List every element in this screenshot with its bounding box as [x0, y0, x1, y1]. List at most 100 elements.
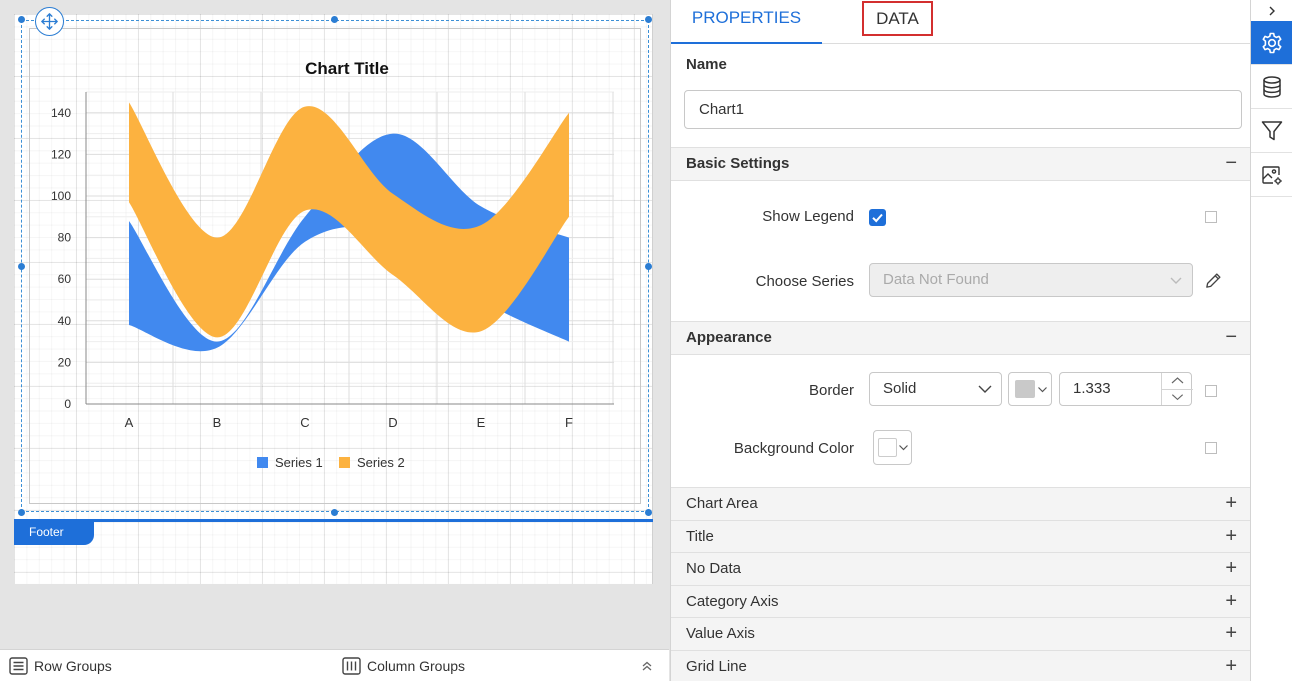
image-settings-icon: [1262, 165, 1282, 185]
section-chart-area[interactable]: Chart Area +: [671, 487, 1251, 521]
expand-icon[interactable]: +: [1225, 651, 1237, 681]
section-basic-settings-title: Basic Settings: [686, 155, 790, 172]
design-area: Chart Title 0 20 40 60 80 100 120 140 A B C D E F Ser…: [0, 0, 669, 649]
section-category-axis-title: Category Axis: [686, 593, 779, 610]
name-input[interactable]: Chart1: [684, 90, 1242, 129]
choose-series-placeholder: Data Not Found: [883, 271, 989, 288]
image-settings-rail-button[interactable]: [1251, 153, 1292, 197]
collapse-icon[interactable]: −: [1225, 148, 1237, 179]
grouping-bar: Row Groups Column Groups: [0, 649, 669, 681]
edit-pencil-icon[interactable]: [1204, 271, 1223, 290]
border-label: Border: [808, 382, 854, 399]
filter-icon: [1261, 120, 1283, 140]
tab-data[interactable]: DATA: [862, 1, 933, 36]
chart-x-tick-label: E: [477, 415, 486, 430]
section-title[interactable]: Title +: [671, 520, 1251, 554]
legend-swatch-1: [257, 457, 268, 468]
section-appearance[interactable]: Appearance −: [671, 321, 1251, 355]
tab-properties[interactable]: PROPERTIES: [671, 0, 822, 44]
chart-y-tick-label: 100: [51, 189, 71, 203]
section-title-title: Title: [686, 528, 714, 545]
expand-groups-button[interactable]: [640, 650, 654, 681]
chart-y-tick-label: 20: [58, 355, 72, 369]
name-label: Name: [686, 56, 727, 73]
chevron-right-icon: [1269, 6, 1275, 16]
filter-rail-button[interactable]: [1251, 109, 1292, 153]
border-width-spinner: [1161, 373, 1193, 405]
collapse-panel-button[interactable]: [1251, 0, 1292, 22]
show-legend-expression-checkbox[interactable]: [1205, 211, 1217, 223]
section-value-axis[interactable]: Value Axis +: [671, 617, 1251, 651]
properties-rail-button[interactable]: [1251, 21, 1292, 65]
section-category-axis[interactable]: Category Axis +: [671, 585, 1251, 619]
section-value-axis-title: Value Axis: [686, 625, 755, 642]
expand-icon[interactable]: +: [1225, 488, 1237, 519]
border-color-swatch: [1015, 380, 1035, 398]
show-legend-checkbox[interactable]: [869, 209, 886, 226]
column-groups-label: Column Groups: [367, 657, 466, 674]
spin-down-icon[interactable]: [1162, 389, 1193, 405]
chevron-down-icon: [1170, 277, 1182, 284]
background-color-swatch: [878, 438, 897, 457]
choose-series-label: Choose Series: [755, 273, 854, 290]
chart-x-tick-label: B: [213, 415, 222, 430]
chart-y-tick-label: 80: [58, 231, 72, 245]
columns-icon: [342, 656, 361, 675]
properties-panel: PROPERTIES DATA Name Chart1 Basic Settin…: [670, 0, 1251, 681]
border-style-value: Solid: [883, 380, 917, 397]
footer-band[interactable]: [14, 519, 653, 522]
chevron-down-icon: [899, 445, 908, 451]
spin-up-icon[interactable]: [1162, 373, 1193, 389]
section-appearance-title: Appearance: [686, 329, 772, 346]
legend-label-1: Series 1: [275, 455, 323, 470]
section-grid-line-title: Grid Line: [686, 658, 747, 675]
background-color-label: Background Color: [733, 440, 854, 457]
collapse-icon[interactable]: −: [1225, 322, 1237, 353]
chart-title: Chart Title: [305, 59, 389, 78]
row-groups-button[interactable]: Row Groups: [9, 650, 112, 681]
legend-label-2: Series 2: [357, 455, 405, 470]
choose-series-select[interactable]: Data Not Found: [869, 263, 1193, 297]
show-legend-label: Show Legend: [762, 208, 854, 225]
section-chart-area-title: Chart Area: [686, 495, 758, 512]
section-no-data-title: No Data: [686, 560, 742, 577]
database-icon: [1263, 75, 1281, 98]
chart-y-tick-label: 0: [64, 397, 71, 411]
legend-swatch-2: [339, 457, 350, 468]
chart-svg: Chart Title 0 20 40 60 80 100 120 140 A B C D E F Ser…: [51, 59, 614, 470]
expand-icon[interactable]: +: [1225, 618, 1237, 649]
chart-x-tick-label: C: [300, 415, 309, 430]
row-groups-label: Row Groups: [34, 657, 112, 674]
background-color-picker[interactable]: [873, 430, 912, 465]
expand-icon[interactable]: +: [1225, 553, 1237, 584]
chart-y-tick-label: 120: [51, 147, 71, 161]
list-icon: [9, 656, 28, 675]
side-rail: [1250, 0, 1292, 681]
chart-y-tick-label: 40: [58, 314, 72, 328]
section-no-data[interactable]: No Data +: [671, 552, 1251, 586]
chevron-down-icon: [978, 385, 992, 393]
expand-icon[interactable]: +: [1225, 521, 1237, 552]
chevron-down-icon: [1038, 387, 1047, 393]
chart-y-tick-label: 140: [51, 106, 71, 120]
gear-icon: [1262, 32, 1282, 53]
chart-x-tick-label: D: [388, 415, 397, 430]
chart-y-tick-label: 60: [58, 272, 72, 286]
expand-icon[interactable]: +: [1225, 586, 1237, 617]
border-style-select[interactable]: Solid: [869, 372, 1002, 406]
panel-tabs: PROPERTIES DATA: [671, 0, 1251, 44]
chart-legend: Series 1 Series 2: [257, 455, 405, 470]
chart-x-tick-label: F: [565, 415, 573, 430]
column-groups-button[interactable]: Column Groups: [342, 650, 465, 681]
section-basic-settings[interactable]: Basic Settings −: [671, 147, 1251, 181]
datasource-rail-button[interactable]: [1251, 65, 1292, 109]
background-color-expression-checkbox[interactable]: [1205, 442, 1217, 454]
footer-tab[interactable]: Footer: [14, 522, 94, 545]
check-icon: [872, 213, 883, 223]
border-width-input[interactable]: 1.333: [1059, 372, 1193, 406]
border-color-picker[interactable]: [1008, 372, 1052, 406]
double-chevron-up-icon: [642, 661, 652, 670]
border-expression-checkbox[interactable]: [1205, 385, 1217, 397]
section-grid-line[interactable]: Grid Line +: [671, 650, 1251, 681]
chart-x-tick-label: A: [125, 415, 134, 430]
